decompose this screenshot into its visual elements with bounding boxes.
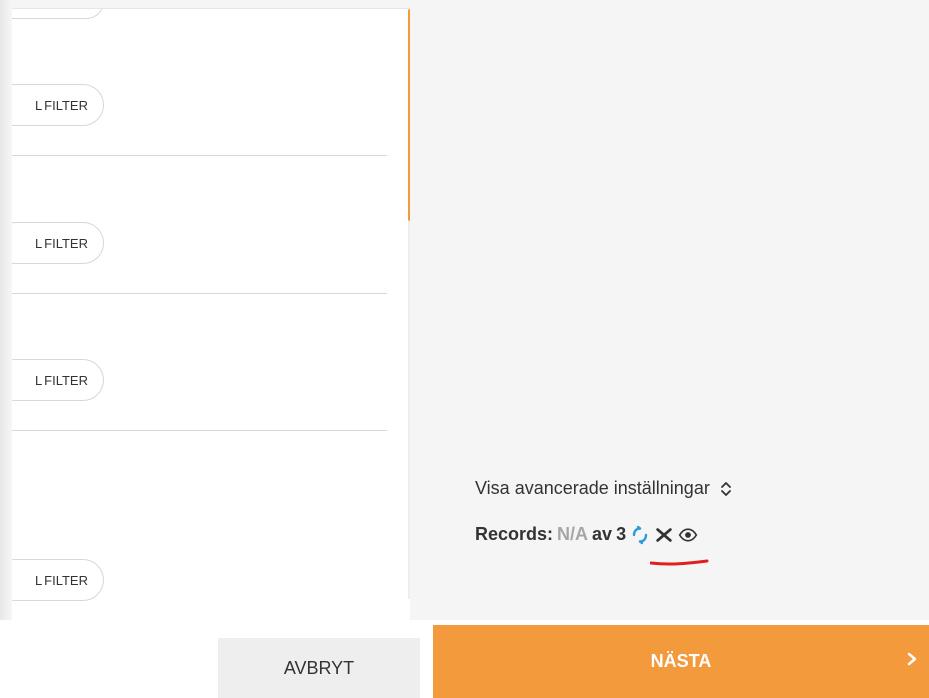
wizard-stage: FILTER L FILTER L FILTER L FILTER L FILT… [0,0,929,698]
filter-pill-top-label: FILTER [44,8,88,9]
chevron-right-icon [907,652,917,666]
settings-panel: Visa avancerade inställningar Records: N… [433,8,929,620]
panel-shadow-edge [0,0,12,698]
records-summary: Records: N/A av 3 [475,524,698,545]
records-label: Records: [475,524,554,544]
filter-pill-label: FILTER [44,235,88,251]
filter-pill-prefix: L [34,372,43,388]
advanced-settings-toggle[interactable]: Visa avancerade inställningar [475,478,736,499]
records-value: N/A [557,524,589,544]
filter-pill-prefix: L [34,235,43,251]
filter-pill-1[interactable]: L FILTER [12,84,104,126]
records-total: 3 [616,524,627,544]
filter-pill-3[interactable]: L FILTER [12,359,104,401]
next-button[interactable]: NÄSTA [433,625,929,698]
records-of: av [592,524,613,544]
filter-pill-label: FILTER [44,97,88,113]
scrollbar-thumb[interactable] [408,9,410,221]
clear-icon[interactable] [654,525,674,545]
filter-pill-prefix: L [34,97,43,113]
refresh-icon[interactable] [630,525,650,545]
annotation-underline [650,559,709,566]
next-button-label: NÄSTA [650,651,712,671]
sort-toggle-icon [716,479,736,499]
filter-pill-top[interactable]: FILTER [12,8,104,19]
filter-pill-label: FILTER [44,372,88,388]
list-divider [12,293,387,294]
filter-list-panel: FILTER L FILTER L FILTER L FILTER L FILT… [12,8,410,621]
cancel-button[interactable]: AVBRYT [218,638,420,698]
cancel-button-label: AVBRYT [283,657,355,678]
filter-pill-prefix: L [34,572,43,588]
filter-pill-4[interactable]: L FILTER [12,559,104,601]
filter-pill-2[interactable]: L FILTER [12,222,104,264]
list-divider [12,155,387,156]
eye-icon[interactable] [678,525,698,545]
advanced-settings-label: Visa avancerade inställningar [475,478,710,498]
list-divider [12,430,387,431]
filter-pill-label: FILTER [44,572,88,588]
